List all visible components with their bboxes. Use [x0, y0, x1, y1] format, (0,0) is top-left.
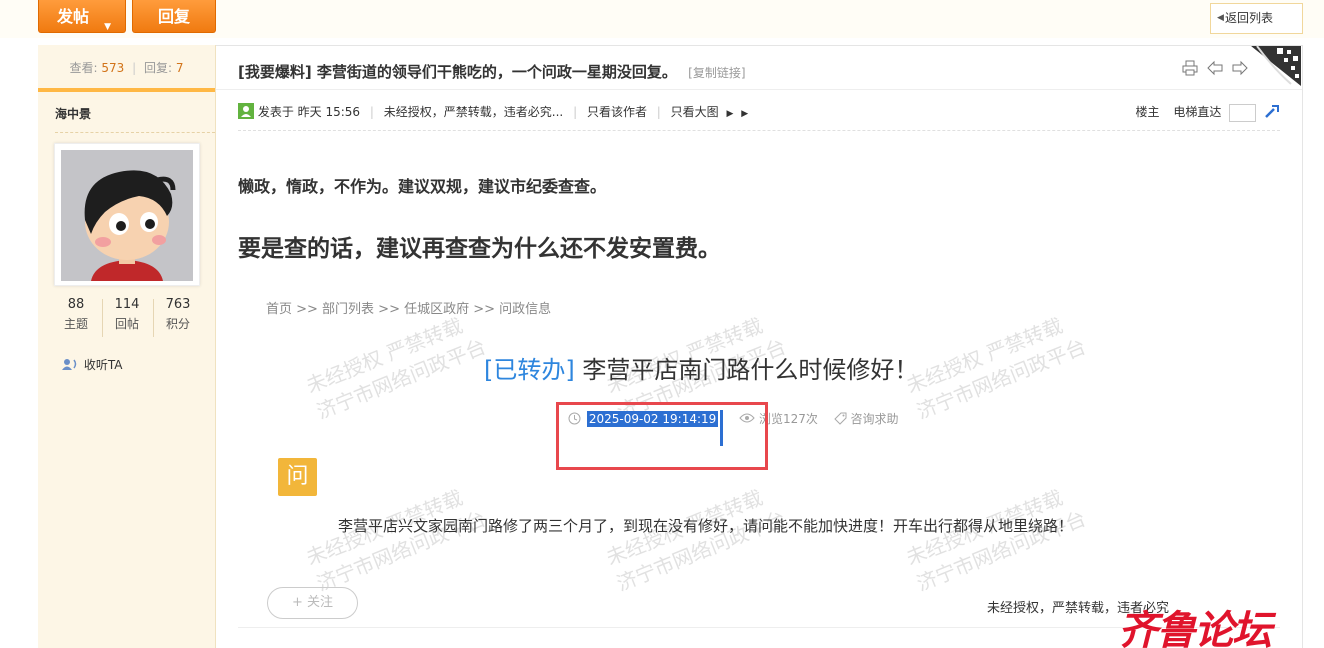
copyright-notice: 未经授权，严禁转载，违者必究... [383, 105, 564, 119]
divider [238, 130, 1280, 131]
floor-tools: 楼主 电梯直达 [1135, 103, 1280, 122]
only-author-link[interactable]: 只看该作者 [587, 105, 647, 119]
highlight-box [556, 402, 768, 470]
stat-value: 88 [67, 297, 85, 312]
title-tools [1182, 60, 1252, 80]
big-image-link[interactable]: 只看大图 [671, 105, 719, 119]
views-count: 573 [101, 61, 125, 75]
triangle-right-icon[interactable]: ▶ [741, 109, 748, 119]
avatar-image [61, 150, 193, 281]
print-icon[interactable] [1182, 60, 1198, 76]
follow-button[interactable]: + 关注 [267, 587, 358, 619]
embedded-title: [已转办] 李营平店南门路什么时候修好！ [484, 350, 918, 385]
floor-jump-input[interactable] [1229, 103, 1257, 122]
site-logo: 齐鲁论坛 [1118, 608, 1272, 648]
follow-label: 收听TA [83, 358, 123, 372]
post-button[interactable]: 发帖 ▼ [38, 0, 126, 33]
thread-stats: 查看: 573 | 回复: 7 [69, 61, 184, 75]
top-toolbar: 发帖 ▼ 回复 ◀ 返回列表 [0, 0, 1324, 38]
post-button-label: 发帖 [57, 7, 90, 26]
embedded-content: 李营平店兴文家园南门路修了两三个月了，到现在没有修好，请问能不能加快进度！开车出… [338, 517, 1074, 535]
post-text-line: 懒政，惰政，不作为。建议双规，建议市纪委查查。 [238, 177, 607, 196]
tag-icon [833, 412, 847, 425]
post-title-row: [我要爆料] 李营街道的领导们干熊吃的，一个问政一星期没回复。 [复制链接] [216, 46, 1302, 90]
back-to-list-label: 返回列表 [1225, 11, 1274, 25]
embedded-title-text: 李营平店南门路什么时候修好！ [582, 356, 919, 384]
watermark: 未经授权 严禁转载 济宁市网络问政平台 [602, 485, 790, 596]
divider [55, 132, 215, 133]
views-label: 查看: [69, 61, 98, 75]
back-to-list-button[interactable]: ◀ 返回列表 [1210, 3, 1303, 34]
posted-time: 昨天 15:56 [297, 105, 361, 119]
replies-label: 回复: [143, 61, 173, 75]
embedded-screenshot[interactable]: 未经授权 严禁转载 济宁市网络问政平台 未经授权 严禁转载 济宁市网络问政平台 未经… [238, 288, 1302, 628]
status-badge: [已转办] [484, 356, 575, 384]
author-name[interactable]: 海中景 [55, 105, 91, 122]
post-title-text: [我要爆料] 李营街道的领导们干熊吃的，一个问政一星期没回复。 [238, 63, 677, 81]
avatar[interactable] [54, 143, 200, 286]
post-meta: 发表于 昨天 15:56 | 未经授权，严禁转载，违者必究... | 只看该作者… [238, 103, 1280, 123]
embedded-category: 咨询求助 [850, 412, 899, 426]
stat-replies[interactable]: 114 回帖 [101, 297, 153, 332]
floor-label: 楼主 [1135, 105, 1160, 119]
listen-icon [62, 358, 78, 373]
post-text-line: 要是查的话，建议再查查为什么还不发安置费。 [238, 236, 721, 262]
stat-topics[interactable]: 88 主题 [50, 297, 102, 332]
stat-value: 763 [165, 297, 191, 312]
reply-button[interactable]: 回复 [132, 0, 216, 33]
previous-thread-icon[interactable] [1207, 60, 1223, 76]
stat-label: 回帖 [114, 317, 139, 331]
post-title: [我要爆料] 李营街道的领导们干熊吃的，一个问政一星期没回复。 [复制链接] [238, 61, 746, 82]
watermark: 未经授权 严禁转载 济宁市网络问政平台 [902, 485, 1090, 596]
triangle-right-icon[interactable]: ▶ [727, 109, 734, 119]
chevron-down-icon: ▼ [104, 22, 111, 32]
stat-label: 积分 [165, 317, 190, 331]
follow-user-link[interactable]: 收听TA [62, 356, 122, 373]
posted-label: 发表于 [257, 105, 294, 119]
replies-count: 7 [175, 61, 184, 75]
copy-link-button[interactable]: [复制链接] [688, 66, 745, 80]
stat-label: 主题 [63, 317, 88, 331]
sidebar-divider [38, 88, 215, 92]
go-arrow-icon[interactable] [1264, 103, 1280, 119]
online-user-icon [238, 103, 254, 119]
elevator-label: 电梯直达 [1173, 105, 1222, 119]
next-thread-icon[interactable] [1232, 60, 1248, 76]
stat-points[interactable]: 763 积分 [152, 297, 204, 332]
breadcrumb: 首页 >> 部门列表 >> 任城区政府 >> 问政信息 [266, 302, 552, 317]
watermark: 未经授权 严禁转载 济宁市网络问政平台 [902, 313, 1090, 424]
qr-code-icon[interactable] [1251, 46, 1301, 86]
user-stats: 88 主题 114 回帖 763 积分 [38, 297, 215, 339]
stat-value: 114 [114, 297, 140, 312]
question-badge: 问 [278, 458, 317, 496]
author-sidebar: 查看: 573 | 回复: 7 海中景 88 主题 114 回帖 763 积分 … [38, 45, 216, 648]
watermark: 未经授权 严禁转载 济宁市网络问政平台 [302, 485, 490, 596]
back-arrow-icon: ◀ [1217, 13, 1224, 23]
watermark: 未经授权 严禁转载 济宁市网络问政平台 [302, 313, 490, 424]
